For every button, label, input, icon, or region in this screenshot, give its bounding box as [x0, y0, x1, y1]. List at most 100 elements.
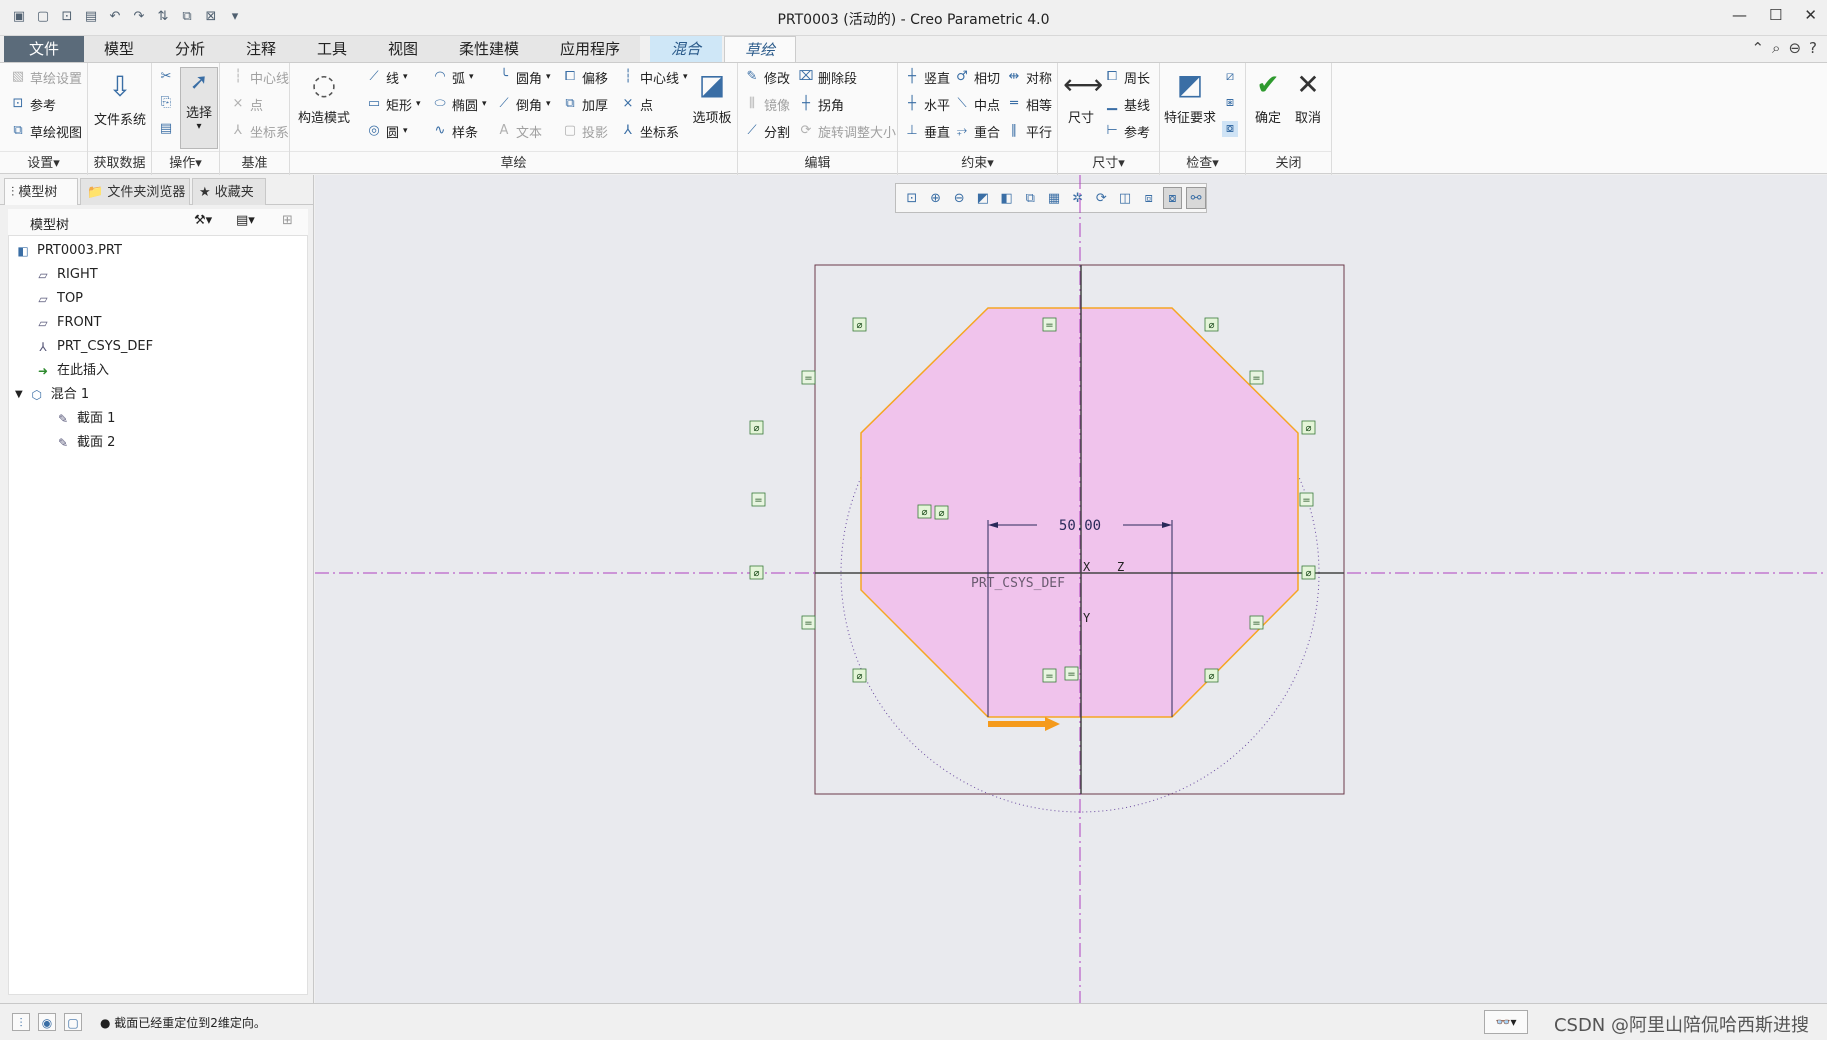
- tree-node-insert-here[interactable]: ➜ 在此插入: [35, 360, 109, 382]
- tab-view[interactable]: 视图: [368, 36, 438, 62]
- tab-folder-browser[interactable]: 📁 文件夹浏览器: [80, 178, 190, 205]
- dimension-value[interactable]: 50.00: [1059, 518, 1101, 534]
- perimeter-button[interactable]: ⧠ 周长: [1104, 67, 1150, 87]
- datum-centerline-button[interactable]: ┆ 中心线: [230, 67, 289, 87]
- tree-node-part[interactable]: ◧ PRT0003.PRT: [15, 240, 122, 262]
- copy-icon[interactable]: ⎘: [158, 95, 174, 111]
- offset-button[interactable]: ⧠ 偏移: [562, 67, 608, 87]
- perpendicular-constraint-button[interactable]: ⊥ 垂直: [904, 121, 950, 141]
- tree-filter-icon[interactable]: ⊞: [282, 213, 293, 228]
- sketch-csys-button[interactable]: ⅄ 坐标系: [620, 121, 679, 141]
- modify-button[interactable]: ✎ 修改: [744, 67, 790, 87]
- tangent-constraint-button[interactable]: ♂ 相切: [954, 67, 1000, 87]
- tree-node-section-2[interactable]: ✎ 截面 2: [55, 432, 115, 454]
- symmetric-constraint-button[interactable]: ⇹ 对称: [1006, 67, 1052, 87]
- close-button[interactable]: ✕: [1804, 6, 1817, 24]
- community-icon[interactable]: ⊖: [1788, 39, 1801, 57]
- group-label-setup[interactable]: 设置▾: [0, 151, 87, 175]
- selection-filter[interactable]: 👓▾: [1484, 1010, 1528, 1034]
- group-label-operations[interactable]: 操作▾: [152, 151, 219, 175]
- tree-node-section-1[interactable]: ✎ 截面 1: [55, 408, 115, 430]
- feature-requirements-button[interactable]: ◩ 特征要求: [1162, 67, 1218, 126]
- palette-button[interactable]: ◪ 选项板: [688, 67, 736, 126]
- cancel-button[interactable]: ✕ 取消: [1288, 67, 1328, 126]
- ellipse-button[interactable]: ⬭ 椭圆 ▾: [432, 94, 486, 114]
- divide-icon: ⟋: [747, 123, 757, 138]
- tab-annotate[interactable]: 注释: [226, 36, 296, 62]
- construction-mode-button[interactable]: ◌ 构造模式: [294, 67, 354, 126]
- tab-sketch[interactable]: 草绘: [724, 36, 796, 63]
- equal-glyph-icon: =: [1067, 669, 1075, 680]
- tab-tools[interactable]: 工具: [296, 36, 368, 62]
- sketch-view-button[interactable]: ⧉ 草绘视图: [10, 121, 82, 141]
- parallel-constraint-button[interactable]: ∥ 平行: [1006, 121, 1052, 141]
- tree-node-blend[interactable]: ▼ ⬡ 混合 1: [15, 384, 89, 406]
- full-screen-icon[interactable]: ▢: [64, 1013, 82, 1031]
- tab-model-tree[interactable]: ⫶ 模型树: [4, 178, 78, 205]
- tab-flexible-modeling[interactable]: 柔性建模: [438, 36, 540, 62]
- group-label-inspect[interactable]: 检查▾: [1160, 151, 1245, 175]
- highlight-open-ends-icon[interactable]: ⧆: [1222, 95, 1238, 111]
- ok-button[interactable]: ✔ 确定: [1248, 67, 1288, 126]
- sketch-setup-button[interactable]: ▧ 草绘设置: [10, 67, 82, 87]
- references-button[interactable]: ⊡ 参考: [10, 94, 56, 114]
- horizontal-constraint-button[interactable]: ┼ 水平: [904, 94, 950, 114]
- tree-node-csys[interactable]: ⅄ PRT_CSYS_DEF: [35, 336, 153, 358]
- equal-constraint-button[interactable]: ═ 相等: [1006, 94, 1052, 114]
- tree-node-front[interactable]: ▱ FRONT: [35, 312, 101, 334]
- thicken-button[interactable]: ⧉ 加厚: [562, 94, 608, 114]
- graphics-window[interactable]: ⊡ ⊕ ⊖ ◩ ◧ ⧉ ▦ ✲ ⟳ ◫ ⧈ ⧇ ⚯ 50.00 PRT_CSYS…: [315, 175, 1827, 1003]
- tab-favorites[interactable]: ★ 收藏夹: [192, 178, 266, 205]
- file-system-button[interactable]: ⇩ 文件系统: [90, 69, 150, 128]
- cut-icon[interactable]: ✂: [158, 69, 174, 85]
- tree-node-right[interactable]: ▱ RIGHT: [35, 264, 97, 286]
- datum-point-button[interactable]: × 点: [230, 94, 263, 114]
- collapse-ribbon-icon[interactable]: ⌃: [1751, 39, 1764, 57]
- overlapping-geometry-icon[interactable]: ⧄: [1222, 69, 1238, 85]
- delete-segment-button[interactable]: ⌧ 删除段: [798, 67, 858, 87]
- tab-blend[interactable]: 混合: [650, 36, 722, 62]
- line-button[interactable]: ⟋ 线 ▾: [366, 67, 407, 87]
- circle-button[interactable]: ◎ 圆 ▾: [366, 121, 407, 141]
- tree-node-top[interactable]: ▱ TOP: [35, 288, 83, 310]
- paste-icon[interactable]: ▤: [158, 121, 174, 137]
- expand-triangle-icon[interactable]: ▼: [15, 384, 23, 406]
- baseline-button[interactable]: ▁ 基线: [1104, 94, 1150, 114]
- mirror-button[interactable]: ⫼ 镜像: [744, 94, 790, 114]
- start-point-arrow[interactable]: [988, 717, 1060, 731]
- rotate-resize-button[interactable]: ⟳ 旋转调整大小: [798, 121, 896, 141]
- chamfer-button[interactable]: ⟋ 倒角 ▾: [496, 94, 550, 114]
- tree-show-icon[interactable]: ▤▾: [236, 213, 255, 228]
- vertical-constraint-button[interactable]: ┼ 竖直: [904, 67, 950, 87]
- group-label-dimension[interactable]: 尺寸▾: [1058, 151, 1159, 175]
- dimension-button[interactable]: ⟷ 尺寸: [1060, 67, 1103, 126]
- select-button[interactable]: ➚ 选择 ▾: [180, 67, 218, 149]
- project-button[interactable]: ▢ 投影: [562, 121, 608, 141]
- sketch-point-button[interactable]: × 点: [620, 94, 653, 114]
- shade-closed-loops-icon[interactable]: ⧇: [1222, 121, 1238, 137]
- arc-button[interactable]: ◠ 弧 ▾: [432, 67, 473, 87]
- midpoint-constraint-button[interactable]: ⟍ 中点: [954, 94, 1000, 114]
- text-button[interactable]: A 文本: [496, 121, 542, 141]
- reference-dimension-button[interactable]: ⊢ 参考: [1104, 121, 1150, 141]
- minimize-button[interactable]: —: [1732, 6, 1747, 24]
- corner-button[interactable]: ┼ 拐角: [798, 94, 844, 114]
- coincident-constraint-button[interactable]: ⥅ 重合: [954, 121, 1000, 141]
- group-label-constrain[interactable]: 约束▾: [898, 151, 1057, 175]
- tab-model[interactable]: 模型: [84, 36, 154, 62]
- show-navigator-icon[interactable]: ⫶: [12, 1013, 30, 1031]
- tab-applications[interactable]: 应用程序: [540, 36, 640, 62]
- spline-button[interactable]: ∿ 样条: [432, 121, 478, 141]
- show-browser-icon[interactable]: ◉: [38, 1013, 56, 1031]
- divide-button[interactable]: ⟋ 分割: [744, 121, 790, 141]
- fillet-button[interactable]: ╰ 圆角 ▾: [496, 67, 550, 87]
- help-icon[interactable]: ?: [1809, 39, 1817, 57]
- rectangle-button[interactable]: ▭ 矩形 ▾: [366, 94, 421, 114]
- search-icon[interactable]: ⌕: [1772, 39, 1780, 57]
- sketch-centerline-button[interactable]: ┆ 中心线 ▾: [620, 67, 687, 87]
- tree-settings-icon[interactable]: ⚒▾: [194, 213, 212, 228]
- datum-csys-button[interactable]: ⅄ 坐标系: [230, 121, 289, 141]
- maximize-button[interactable]: ☐: [1769, 6, 1782, 24]
- tab-file[interactable]: 文件: [4, 36, 84, 62]
- tab-analysis[interactable]: 分析: [154, 36, 226, 62]
